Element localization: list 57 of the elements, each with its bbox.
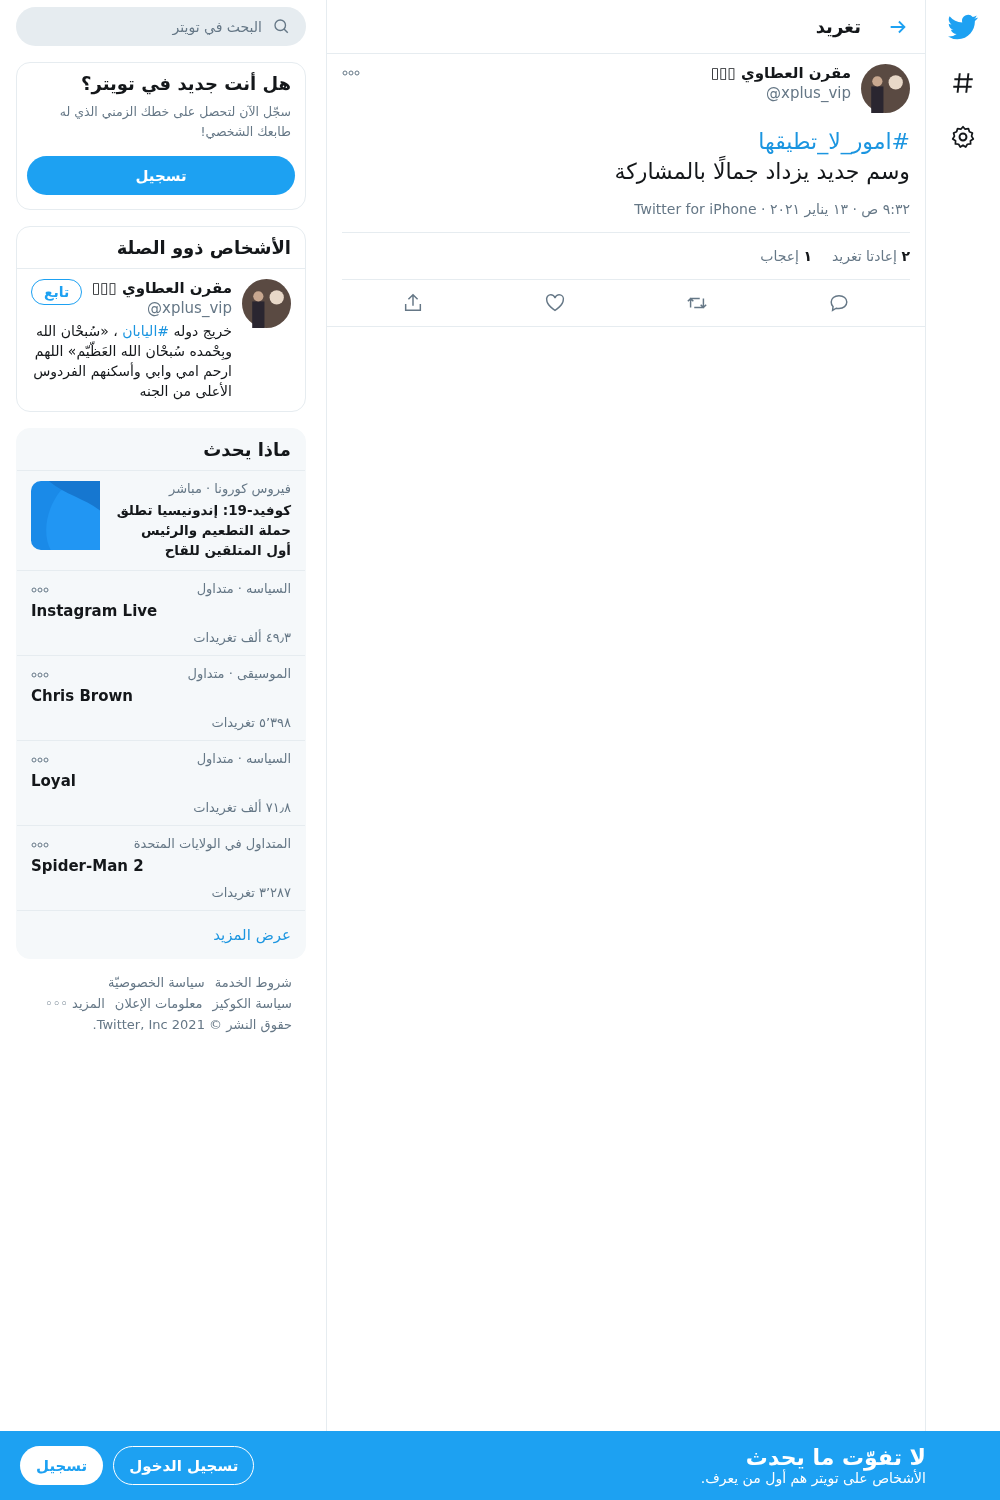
user-name[interactable]: مقرن العطاوي ▯▯▯: [370, 64, 851, 82]
avatar-icon[interactable]: [861, 64, 910, 113]
reply-icon[interactable]: [828, 292, 850, 314]
trend-name: Instagram Live: [31, 602, 159, 620]
user-handle[interactable]: @xplus_vip: [370, 84, 851, 102]
card-title: هل أنت جديد في تويتر؟: [80, 73, 292, 94]
trend-count: ٧١٫٨ ألف تغريدات: [192, 800, 291, 815]
page-title: تغريد: [815, 16, 861, 37]
trend-name: Chris Brown: [31, 687, 135, 705]
hashtag-icon[interactable]: [950, 70, 976, 96]
follow-button[interactable]: تابع: [31, 279, 83, 305]
banner-title: لا تفوّت ما يحدث: [744, 1445, 926, 1470]
trend-count: ٥٬٣٩٨ تغريدات: [210, 715, 291, 730]
banner-subtitle: الأشخاص على تويتر هم أول من يعرف.: [700, 1470, 926, 1486]
more-icon[interactable]: [31, 672, 49, 678]
trend-context: الموسيقى · متداول: [187, 666, 291, 681]
user-bio: خريج دوله #اليابان ، «سُبحْان الله وبِحْمده سُبحْان الله العَظّيّم» اللهم ارحم امي وابي وأسكنهم الفردوس الأعلى من الجنه: [32, 322, 232, 401]
trend-name: Spider-Man 2: [31, 857, 145, 875]
card-title: الأشخاص ذوو الصلة: [115, 237, 292, 258]
trend-count: ٣٬٢٨٧ تغريدات: [210, 885, 291, 900]
settings-icon[interactable]: [950, 124, 976, 150]
card-title: ماذا يحدث: [202, 439, 292, 460]
more-icon[interactable]: [31, 842, 49, 848]
footer-link[interactable]: شروط الخدمة: [214, 975, 292, 990]
user-name[interactable]: مقرن العطاوي ▯▯▯: [82, 279, 232, 297]
footer-link[interactable]: معلومات الإعلان: [114, 996, 203, 1011]
avatar-icon[interactable]: [242, 279, 291, 328]
user-handle[interactable]: @xplus_vip: [82, 299, 232, 317]
bird-logo-icon[interactable]: [948, 12, 978, 42]
news-context: فيروس كورونا · مباشر: [167, 481, 291, 496]
tweet-text: وسم جديد يزداد جمالًا بالمشاركة: [342, 157, 910, 187]
hashtag-link[interactable]: #امور_لا_تطيقها: [342, 127, 910, 157]
footer-link[interactable]: المزيد ◦◦◦: [45, 996, 105, 1011]
search-icon: [272, 17, 290, 35]
stat-link[interactable]: ١ إعجاب: [760, 248, 812, 264]
more-icon[interactable]: [31, 587, 49, 593]
hashtag-link[interactable]: #اليابان: [122, 323, 169, 339]
more-icon[interactable]: [31, 757, 49, 763]
footer-link[interactable]: سياسة الكوكيز: [212, 996, 292, 1011]
news-headline[interactable]: كوفيد-19: إندونيسيا تطلق حملة التطعيم والرئيس أول المتلقين للقاح: [112, 500, 291, 560]
trend-name: Loyal: [31, 772, 77, 790]
trend-context: المتداول في الولايات المتحدة: [133, 836, 291, 851]
trend-context: السياسه · متداول: [196, 581, 291, 596]
trend-count: ٤٩٫٣ ألف تغريدات: [192, 630, 291, 645]
signup-button[interactable]: تسجيل: [27, 156, 295, 195]
copyright-text: حقوق النشر © 2021 Twitter, Inc.: [91, 1017, 292, 1032]
signup-button[interactable]: تسجيل: [20, 1446, 104, 1485]
trend-context: السياسه · متداول: [196, 751, 291, 766]
stat-link[interactable]: ٢ إعادتا تغريد: [832, 248, 910, 264]
heart-icon[interactable]: [544, 292, 566, 314]
more-icon[interactable]: [342, 70, 360, 76]
footer-link[interactable]: سياسة الخصوصيّة: [108, 975, 205, 990]
tweet-timestamp[interactable]: ٩:٣٢ ص · ١٣ يناير ٢٠٢١ · Twitter for iPhone: [342, 187, 910, 233]
show-more-link[interactable]: عرض المزيد: [213, 926, 291, 944]
search-field[interactable]: البحث في تويتر: [16, 7, 306, 46]
share-icon[interactable]: [402, 292, 424, 314]
card-text: سجّل الآن لتحصل على خطك الزمني الذي له طابعك الشخصي!: [58, 103, 292, 141]
